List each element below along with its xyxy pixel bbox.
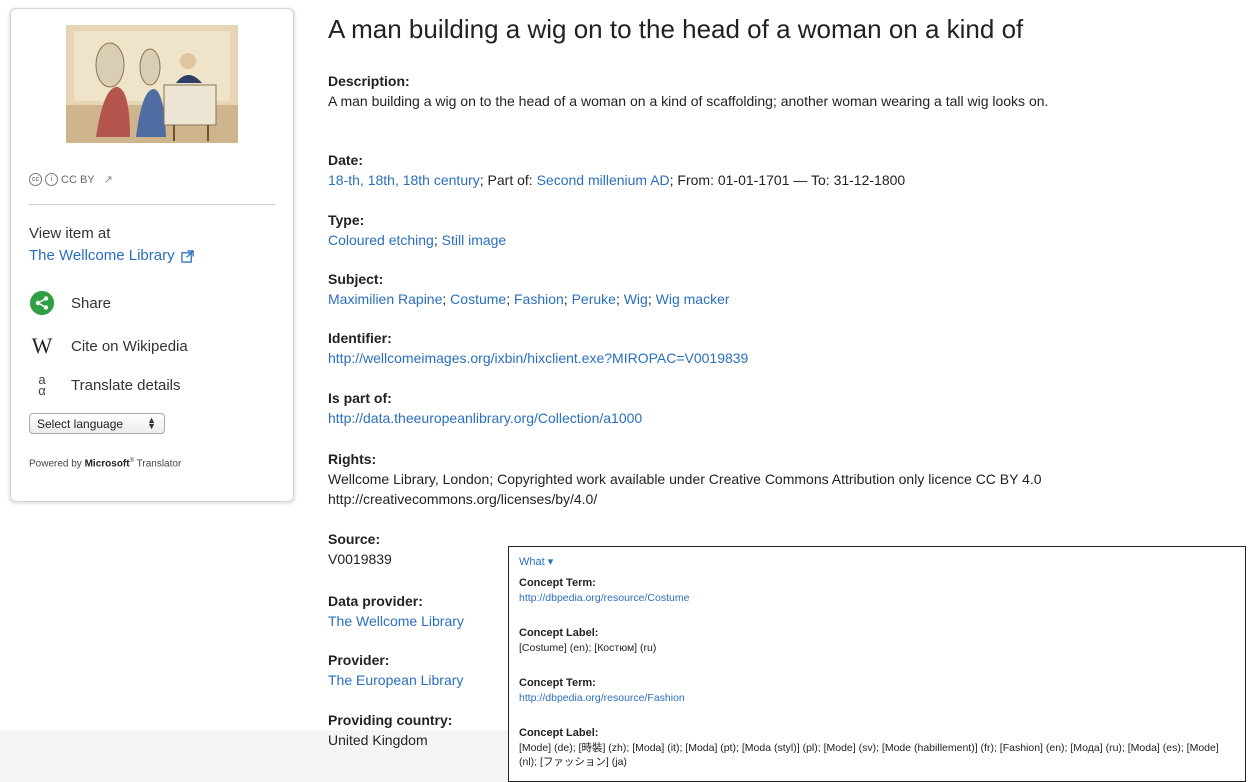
field-label: Date: (328, 152, 364, 168)
powered-reg: ® (129, 458, 135, 464)
concept-term-link[interactable]: http://dbpedia.org/resource/Fashion (519, 691, 1239, 705)
share-label: Share (71, 294, 112, 312)
share-icon (29, 290, 55, 316)
field-value: A man building a wig on to the head of a… (328, 93, 1049, 109)
period-link[interactable]: Second millenium AD (537, 172, 670, 188)
powered-brand: Microsoft (84, 458, 130, 470)
concept-label-value: [Mode] (de); [時裝] (zh); [Moda] (it); [Mo… (519, 742, 1219, 768)
field-value: The Wellcome Library (328, 611, 508, 631)
type-link[interactable]: Still image (442, 232, 507, 248)
share-button[interactable]: Share (29, 290, 111, 316)
field-provider: Provider: The European Library (328, 651, 508, 690)
subject-link[interactable]: Maximilien Rapine (328, 291, 442, 307)
translate-details-button[interactable]: aα Translate details (29, 372, 181, 398)
field-is-part-of: Is part of: http://data.theeuropeanlibra… (328, 389, 1228, 428)
field-providing-country: Providing country: United Kingdom (328, 711, 508, 750)
page-title: A man building a wig on to the head of a… (328, 14, 1024, 44)
subject-link[interactable]: Fashion (514, 291, 564, 307)
field-identifier: Identifier: http://wellcomeimages.org/ix… (328, 329, 1228, 368)
type-link[interactable]: Coloured etching (328, 232, 434, 248)
concept-label-value: [Costume] (en); [Костюм] (ru) (519, 642, 657, 654)
provider-link[interactable]: The Wellcome Library (29, 245, 194, 267)
field-value: The European Library (328, 670, 508, 690)
subject-link[interactable]: Peruke (572, 291, 616, 307)
field-date: Date: 18-th, 18th, 18th century; Part of… (328, 151, 1228, 190)
view-item-label: View item at (29, 225, 111, 242)
field-type: Type: Coloured etching; Still image (328, 211, 1228, 250)
concept-term-label: Concept Term: (519, 677, 596, 689)
field-value: Wellcome Library, London; Copyrighted wo… (328, 471, 1042, 507)
cite-on-wikipedia-button[interactable]: W Cite on Wikipedia (29, 333, 188, 359)
identifier-link[interactable]: http://wellcomeimages.org/ixbin/hixclien… (328, 350, 748, 366)
data-provider-link[interactable]: The Wellcome Library (328, 613, 464, 629)
external-link-icon: ↗ (103, 174, 113, 186)
powered-by: Powered by Microsoft® Translator (29, 458, 181, 469)
license-label: CC BY (61, 173, 95, 186)
field-label: Provider: (328, 652, 390, 668)
provider-link-label: The Wellcome Library (29, 247, 175, 264)
field-label: Identifier: (328, 330, 392, 346)
attribution-icon: i (45, 173, 58, 186)
field-value: http://data.theeuropeanlibrary.org/Colle… (328, 408, 1228, 428)
language-select[interactable]: Select language ▲ ▼ (29, 413, 165, 434)
field-label: Type: (328, 212, 365, 228)
field-subject: Subject: Maximilien Rapine; Costume; Fas… (328, 270, 1228, 309)
field-label: Rights: (328, 451, 377, 467)
field-rights: Rights: Wellcome Library, London; Copyri… (328, 450, 1228, 509)
what-dropdown[interactable]: What ▾ (519, 555, 553, 568)
cc-icon: cc (29, 173, 42, 186)
view-item-at: View item at The Wellcome Library (29, 223, 194, 267)
powered-suffix: Translator (136, 458, 182, 470)
concept-term-link[interactable]: http://dbpedia.org/resource/Costume (519, 591, 1239, 605)
field-source: Source: V0019839 (328, 530, 508, 569)
collection-link[interactable]: http://data.theeuropeanlibrary.org/Colle… (328, 410, 642, 426)
field-data-provider: Data provider: The Wellcome Library (328, 592, 508, 631)
concept-label-label: Concept Label: (519, 727, 599, 739)
field-label: Providing country: (328, 712, 453, 728)
field-value: V0019839 (328, 551, 392, 567)
field-value: 18-th, 18th, 18th century; Part of: Seco… (328, 170, 1228, 190)
sidebar-divider (29, 204, 275, 205)
field-label: Description: (328, 73, 410, 89)
concept-label-label: Concept Label: (519, 627, 599, 639)
cite-label: Cite on Wikipedia (71, 337, 188, 355)
license-badge[interactable]: cc i CC BY ↗ (29, 173, 113, 186)
field-label: Subject: (328, 271, 384, 287)
select-arrows-icon: ▲ ▼ (147, 415, 156, 431)
subject-link[interactable]: Costume (450, 291, 506, 307)
field-value: United Kingdom (328, 732, 428, 748)
powered-prefix: Powered by (29, 458, 82, 470)
field-value: Coloured etching; Still image (328, 232, 507, 248)
language-select-label: Select language (37, 416, 124, 431)
enrichment-popup: What ▾ Concept Term: http://dbpedia.org/… (508, 546, 1246, 782)
date-sep: ; Part of: (479, 172, 537, 188)
field-value: http://wellcomeimages.org/ixbin/hixclien… (328, 348, 1228, 368)
field-label: Is part of: (328, 390, 392, 406)
field-label: Source: (328, 531, 381, 547)
translate-label: Translate details (71, 376, 181, 394)
field-value: Maximilien Rapine; Costume; Fashion; Per… (328, 291, 730, 307)
date-link[interactable]: 18-th, 18th, 18th century (328, 172, 480, 188)
subject-link[interactable]: Wig macker (656, 291, 730, 307)
date-range: ; From: 01-01-1701 — To: 31-12-1800 (669, 172, 906, 188)
translate-icon: aα (38, 372, 46, 398)
wikipedia-icon: W (31, 333, 53, 358)
artwork-thumbnail[interactable] (66, 25, 238, 143)
provider-value-link[interactable]: The European Library (328, 672, 463, 688)
concept-term-label: Concept Term: (519, 577, 596, 589)
sidebar-card: cc i CC BY ↗ View item at The Wellcome L… (10, 8, 294, 502)
subject-link[interactable]: Wig (624, 291, 648, 307)
field-description: Description: A man building a wig on to … (328, 72, 1228, 111)
external-link-icon (180, 249, 194, 263)
field-label: Data provider: (328, 593, 423, 609)
